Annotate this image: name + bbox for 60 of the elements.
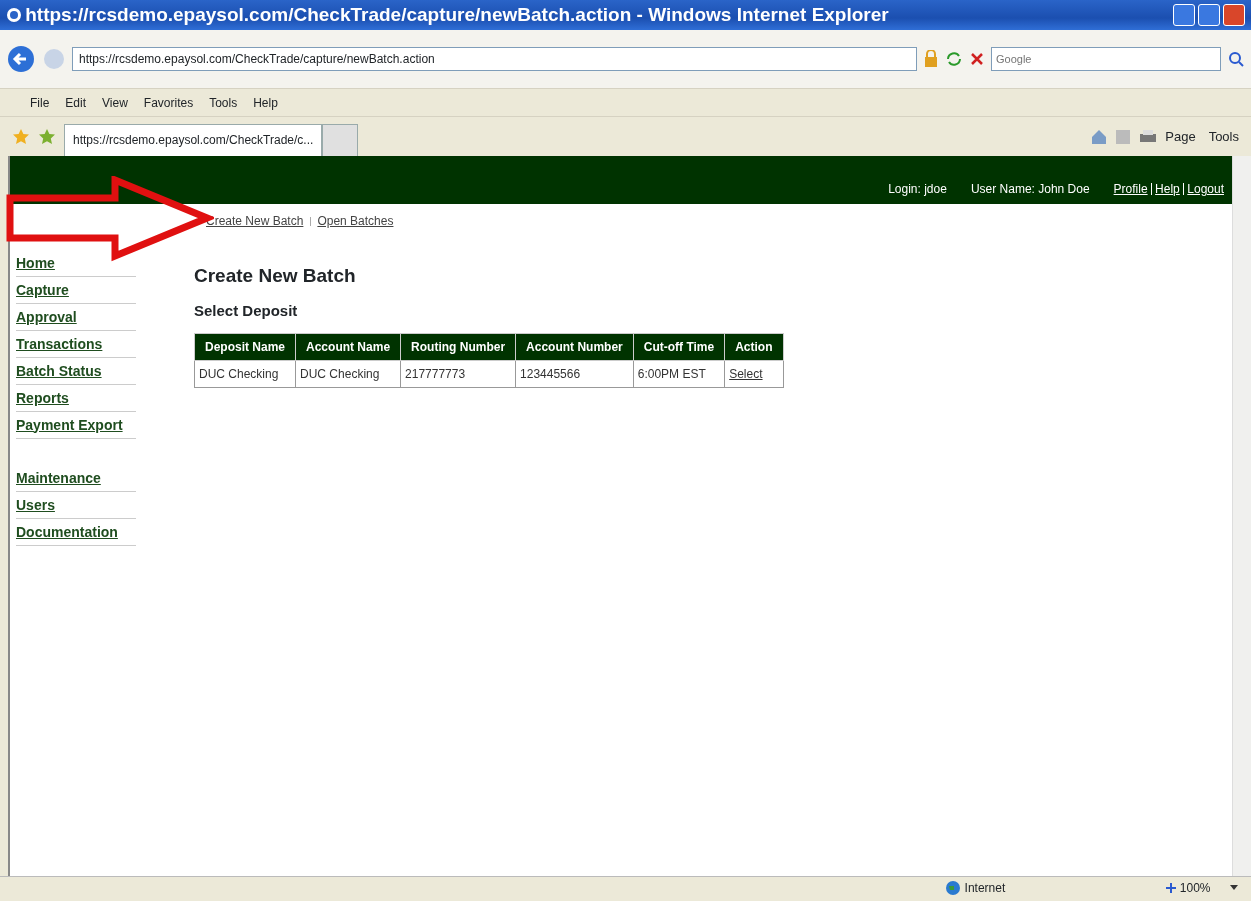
section-title: Select Deposit [194,301,299,321]
login-text: Login: jdoe [888,181,947,198]
menu-item[interactable]: Edit [65,93,87,112]
subnav-link[interactable]: Open Batches [317,214,394,228]
menu-item[interactable]: Tools [209,93,238,112]
minimize-button[interactable] [1172,4,1195,26]
globe-icon [945,880,962,896]
browser-logo-icon [6,7,22,23]
printer-icon[interactable] [1139,128,1158,145]
table-cell: 6:00PM EST [633,360,725,387]
lock-icon [923,50,939,68]
sidebar-link[interactable]: Approval [16,303,136,331]
menu-item[interactable]: View [102,93,128,112]
sidebar-link[interactable]: Transactions [16,330,136,358]
close-button[interactable] [1223,4,1245,26]
column-header: Account Name [295,333,401,360]
sidebar-link[interactable]: Documentation [16,518,136,546]
favorites-star-icon[interactable] [12,127,30,146]
sidebar-link[interactable]: Reports [16,384,136,412]
sidebar-link[interactable]: Batch Status [16,357,136,385]
toolbar-menu[interactable]: Page [1165,126,1196,147]
sidebar-link[interactable]: Payment Export [16,411,136,439]
window-title: https://rcsdemo.epaysol.com/CheckTrade/capture/newBatch.action - Windows Internet Explorer [25,2,890,27]
user-name-text: User Name: John Doe [970,181,1090,198]
header-link[interactable]: Logout [1187,180,1224,198]
caret-icon[interactable] [1230,885,1238,891]
menu-item[interactable]: File [30,93,50,112]
table-cell: 123445566 [515,360,634,387]
table-cell: DUC Checking [295,360,401,387]
toolbar-menu[interactable]: Tools [1208,126,1239,147]
zoom-level[interactable]: 100% [1179,879,1211,897]
sidebar-link[interactable]: Users [16,491,136,519]
page-title: Create New Batch [194,263,357,288]
header-link[interactable]: Profile [1113,180,1148,198]
address-field[interactable]: https://rcsdemo.epaysol.com/CheckTrade/capture/newBatch.action [72,47,917,71]
search-icon[interactable] [1227,50,1245,68]
zoom-icon [1164,882,1177,894]
column-header: Account Number [515,333,634,360]
zone-text: Internet [964,880,1007,897]
column-header: Deposit Name [194,333,296,360]
header-link[interactable]: Help [1155,180,1180,198]
new-tab-button[interactable] [322,124,359,156]
column-header: Cut-off Time [633,333,725,360]
table-cell: 217777773 [400,360,516,387]
maximize-button[interactable] [1197,4,1220,26]
add-favorite-icon[interactable] [38,127,56,146]
home-icon[interactable] [1091,128,1108,145]
table-cell: DUC Checking [194,360,296,387]
sidebar-link[interactable]: Maintenance [16,464,136,492]
stop-icon[interactable] [969,51,985,67]
menu-item[interactable]: Favorites [143,93,194,112]
sidebar-link[interactable]: Capture [16,276,136,304]
back-button[interactable] [6,44,36,74]
search-field[interactable]: Google [991,47,1221,71]
sidebar-link[interactable]: Home [16,249,136,277]
menu-item[interactable]: Help [253,93,278,112]
refresh-icon[interactable] [945,50,963,68]
column-header: Routing Number [400,333,516,360]
browser-tab[interactable]: https://rcsdemo.epaysol.com/CheckTrade/c... [64,124,323,156]
column-header: Action [724,333,784,360]
